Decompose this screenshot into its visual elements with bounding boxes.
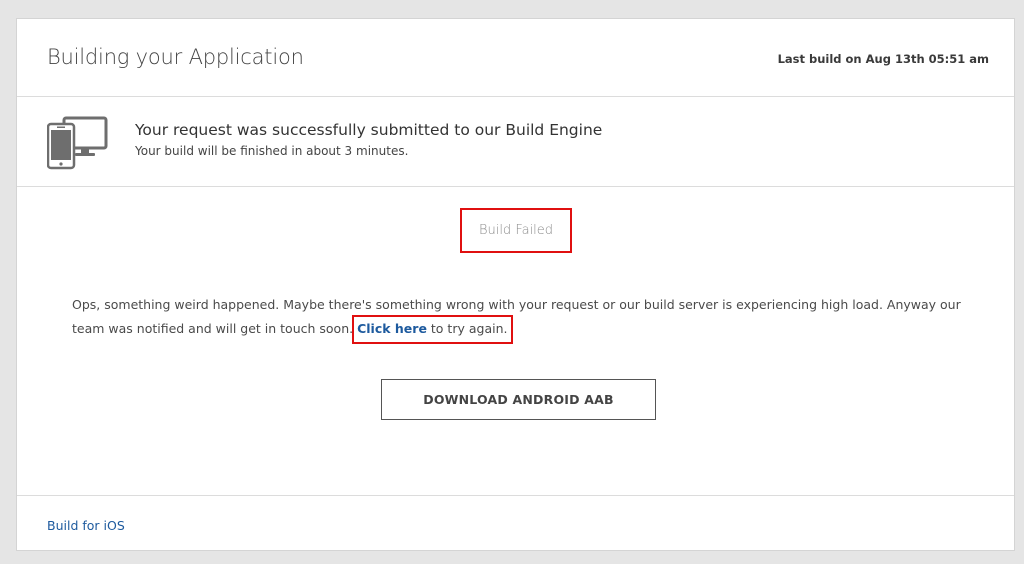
build-status: Build Failed [478,223,554,238]
devices-icon [47,116,108,170]
card-footer: Build for iOS [17,495,1014,552]
submission-title: Your request was successfully submitted … [135,121,603,139]
page-title: Building your Application [47,45,304,69]
retry-suffix: to try again. [426,321,508,336]
error-message-text: Ops, something weird happened. Maybe the… [72,297,961,336]
error-message: Ops, something weird happened. Maybe the… [72,293,977,344]
card-header: Building your Application Last build on … [17,19,1014,97]
download-android-aab-button[interactable]: DOWNLOAD ANDROID AAB [381,379,656,420]
submission-subtitle: Your build will be finished in about 3 m… [135,144,409,158]
build-status-highlight: Build Failed [460,208,572,253]
build-for-ios-link[interactable]: Build for iOS [47,518,125,533]
retry-highlight: Click here to try again. [352,315,514,344]
retry-link[interactable]: Click here [357,321,427,336]
last-build-timestamp: Last build on Aug 13th 05:51 am [777,52,989,66]
build-card: Building your Application Last build on … [16,18,1015,551]
submission-panel: Your request was successfully submitted … [17,97,1014,187]
